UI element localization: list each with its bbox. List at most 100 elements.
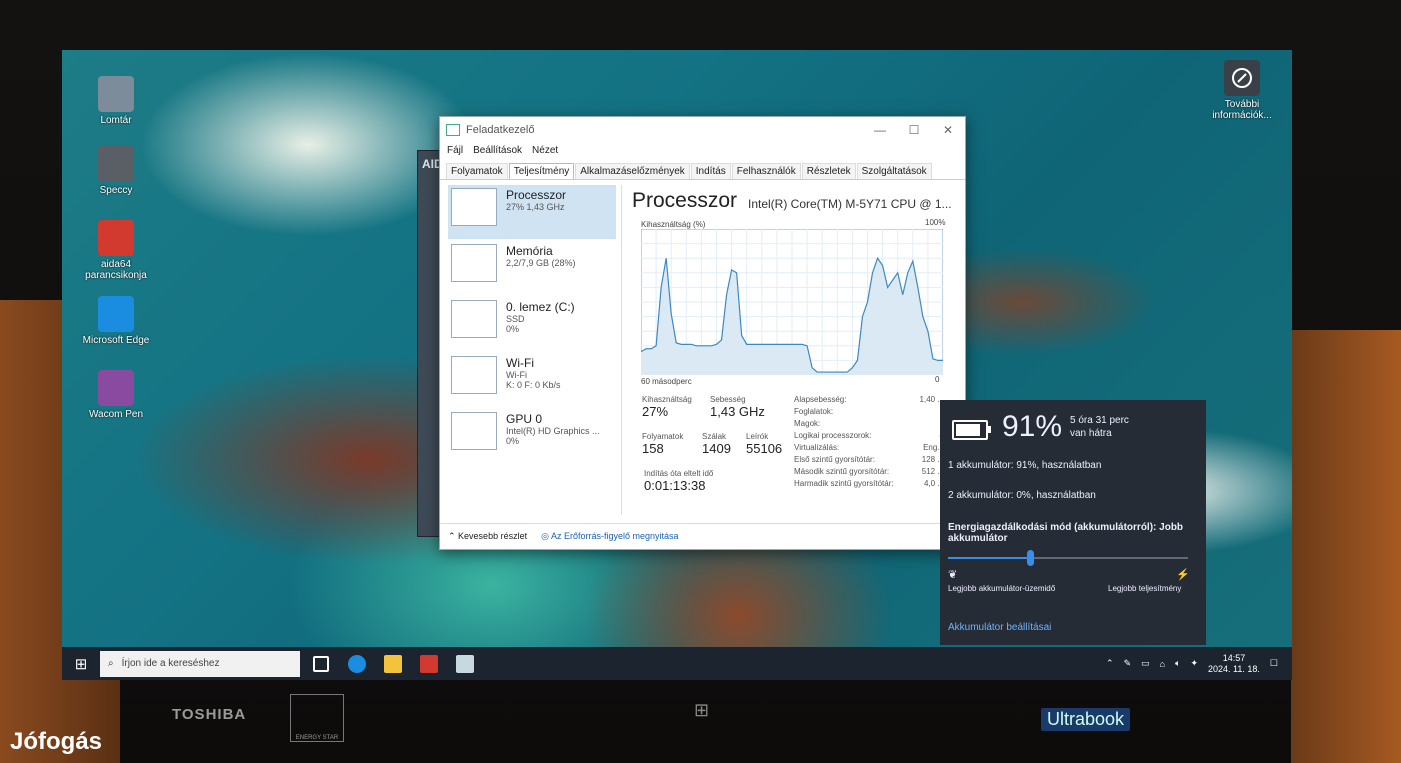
close-icon[interactable]: ✕	[931, 123, 965, 137]
menu-item[interactable]: Fájl	[447, 145, 463, 159]
threads-label: Szálak	[702, 432, 727, 441]
spec-key: Magok:	[794, 419, 821, 428]
task-manager-window[interactable]: Feladatkezelő — ☐ ✕ Fájl Beállítások Nézet…	[439, 116, 966, 550]
chevron-up-icon[interactable]: ⌃	[1106, 658, 1114, 669]
perf-item-name: Memória	[506, 244, 553, 258]
tab-0[interactable]: Folyamatok	[446, 163, 508, 179]
edge-icon	[98, 296, 134, 332]
spec-key: Virtualizálás:	[794, 443, 840, 452]
desktop-shortcut[interactable]: Speccy	[76, 146, 156, 196]
speccy-icon	[98, 146, 134, 182]
tab-3[interactable]: Indítás	[690, 163, 731, 179]
utilization-label: Kihasználtság	[642, 395, 692, 404]
desktop-screen: Lomtár Speccy aida64 parancsikonja Microsof…	[62, 50, 1292, 680]
edge-taskbar-button[interactable]	[342, 647, 372, 680]
network-icon[interactable]: ⌂	[1160, 659, 1165, 669]
task-manager-icon	[446, 124, 460, 136]
battery-2-status: 2 akkumulátor: 0%, használatban	[948, 490, 1096, 501]
tovabbi-informaciok-icon[interactable]: További információk...	[1202, 60, 1282, 121]
toshiba-logo: TOSHIBA	[172, 706, 247, 723]
pen-icon[interactable]: ✎	[1124, 658, 1132, 669]
perf-sidebar-item[interactable]: Wi-Fi Wi-Fi K: 0 F: 0 Kb/s	[448, 353, 616, 407]
file-explorer-button[interactable]	[378, 647, 408, 680]
perf-sidebar-item[interactable]: 0. lemez (C:) SSD 0%	[448, 297, 616, 351]
cpu-utilization-graph	[641, 229, 943, 375]
menu-item[interactable]: Nézet	[532, 145, 558, 159]
perf-item-line1: SSD	[506, 314, 525, 324]
leaf-icon: ❦	[948, 569, 958, 581]
battery-settings-link[interactable]: Akkumulátor beállításai	[948, 622, 1051, 633]
perf-item-line2: 0%	[506, 436, 520, 446]
windows-logo-icon: ⊞	[74, 655, 88, 673]
menu-bar: Fájl Beállítások Nézet	[440, 143, 965, 161]
volume-icon[interactable]: 🔈︎	[1175, 658, 1180, 669]
fewer-details-link[interactable]: ⌃ Kevesebb részlet	[448, 531, 527, 542]
lightning-icon: ⚡	[1176, 569, 1190, 581]
tab-1[interactable]: Teljesítmény	[508, 163, 575, 179]
spec-key: Harmadik szintű gyorsítótár:	[794, 479, 894, 488]
spec-row: Harmadik szintű gyorsítótár: 4,0 ...	[794, 479, 944, 488]
aida64-taskbar-button[interactable]	[414, 647, 444, 680]
perf-thumbnail	[451, 188, 497, 226]
perf-item-line1: 2,2/7,9 GB (28%)	[506, 258, 576, 268]
power-mode-slider-thumb[interactable]	[1026, 550, 1034, 566]
tab-5[interactable]: Részletek	[801, 163, 856, 179]
battery-remaining-2: van hátra	[1070, 428, 1112, 439]
spec-row: Második szintű gyorsítótár: 512 ...	[794, 467, 944, 476]
maximize-icon[interactable]: ☐	[897, 123, 931, 137]
processes-label: Folyamatok	[642, 432, 684, 441]
spec-key: Logikai processzorok:	[794, 431, 872, 440]
desktop-shortcut-label: Wacom Pen	[88, 409, 144, 420]
perf-item-line1: 27% 1,43 GHz	[506, 202, 565, 212]
perf-item-line2: K: 0 F: 0 Kb/s	[506, 380, 561, 390]
spec-row: Alapsebesség: 1,40 ...	[794, 395, 944, 404]
ultrabook-sticker: Ultrabook	[1041, 708, 1131, 731]
perf-sidebar-item[interactable]: Memória 2,2/7,9 GB (28%)	[448, 241, 616, 295]
desktop-shortcut[interactable]: Lomtár	[76, 76, 156, 126]
recycle-bin-icon	[98, 76, 134, 112]
task-manager-taskbar-button[interactable]	[450, 647, 480, 680]
aida64-icon	[420, 654, 438, 673]
watermark: Jófogás	[10, 728, 103, 755]
resource-monitor-link[interactable]: ◎ Az Erőforrás-figyelő megnyitása	[541, 531, 678, 542]
task-manager-icon	[456, 654, 474, 673]
task-manager-titlebar[interactable]: Feladatkezelő — ☐ ✕	[440, 117, 965, 143]
desktop-shortcut[interactable]: Wacom Pen	[76, 370, 156, 420]
energy-star-label: ENERGY STAR	[295, 735, 339, 741]
spec-row: Magok:2	[794, 419, 944, 428]
task-view-button[interactable]	[306, 647, 336, 680]
aida64-icon	[98, 220, 134, 256]
notification-icon[interactable]: ☐	[1270, 658, 1278, 669]
battery-percent: 91%	[1002, 410, 1063, 443]
desktop-shortcut[interactable]: Microsoft Edge	[76, 296, 156, 346]
clock[interactable]: 14:57 2024. 11. 18.	[1208, 653, 1260, 675]
system-tray: ⌃ ✎ ▭ ⌂ 🔈︎ ✦ 14:57 2024. 11. 18. ☐	[1106, 647, 1278, 680]
best-battery-label: Legjobb akkumulátor-üzemidő	[948, 584, 1056, 593]
tab-2[interactable]: Alkalmazáselőzmények	[575, 163, 690, 179]
resource-monitor-label: Az Erőforrás-figyelő megnyitása	[550, 531, 679, 541]
minimize-icon[interactable]: —	[863, 123, 897, 137]
tab-6[interactable]: Szolgáltatások	[856, 163, 932, 179]
power-mode-slider[interactable]	[948, 550, 1188, 566]
perf-thumbnail	[451, 412, 497, 450]
performance-detail: Processzor Intel(R) Core(TM) M-5Y71 CPU …	[632, 189, 957, 509]
task-manager-footer: ⌃ Kevesebb részlet ◎ Az Erőforrás-figyel…	[440, 523, 965, 549]
perf-sidebar-item[interactable]: Processzor 27% 1,43 GHz	[448, 185, 616, 239]
perf-sidebar-item[interactable]: GPU 0 Intel(R) HD Graphics ... 0%	[448, 409, 616, 463]
power-mode-slider-fill	[948, 557, 1030, 559]
divider	[621, 185, 622, 515]
perf-item-line2: 0%	[506, 324, 520, 334]
tab-4[interactable]: Felhasználók	[731, 163, 801, 179]
settings-tray-icon[interactable]: ✦	[1190, 658, 1198, 669]
battery-tray-icon[interactable]: ▭	[1141, 658, 1150, 669]
spec-row: Virtualizálás: Eng...	[794, 443, 944, 452]
spec-key: Első szintű gyorsítótár:	[794, 455, 875, 464]
perf-thumbnail	[451, 356, 497, 394]
table-surface	[1291, 330, 1401, 763]
perf-item-name: 0. lemez (C:)	[506, 300, 575, 314]
menu-item[interactable]: Beállítások	[473, 145, 522, 159]
search-box[interactable]: ⌕ Írjon ide a kereséshez	[100, 650, 300, 677]
desktop-shortcut[interactable]: aida64 parancsikonja	[76, 220, 156, 281]
start-button[interactable]: ⊞	[62, 647, 100, 680]
clock-date: 2024. 11. 18.	[1208, 663, 1260, 674]
